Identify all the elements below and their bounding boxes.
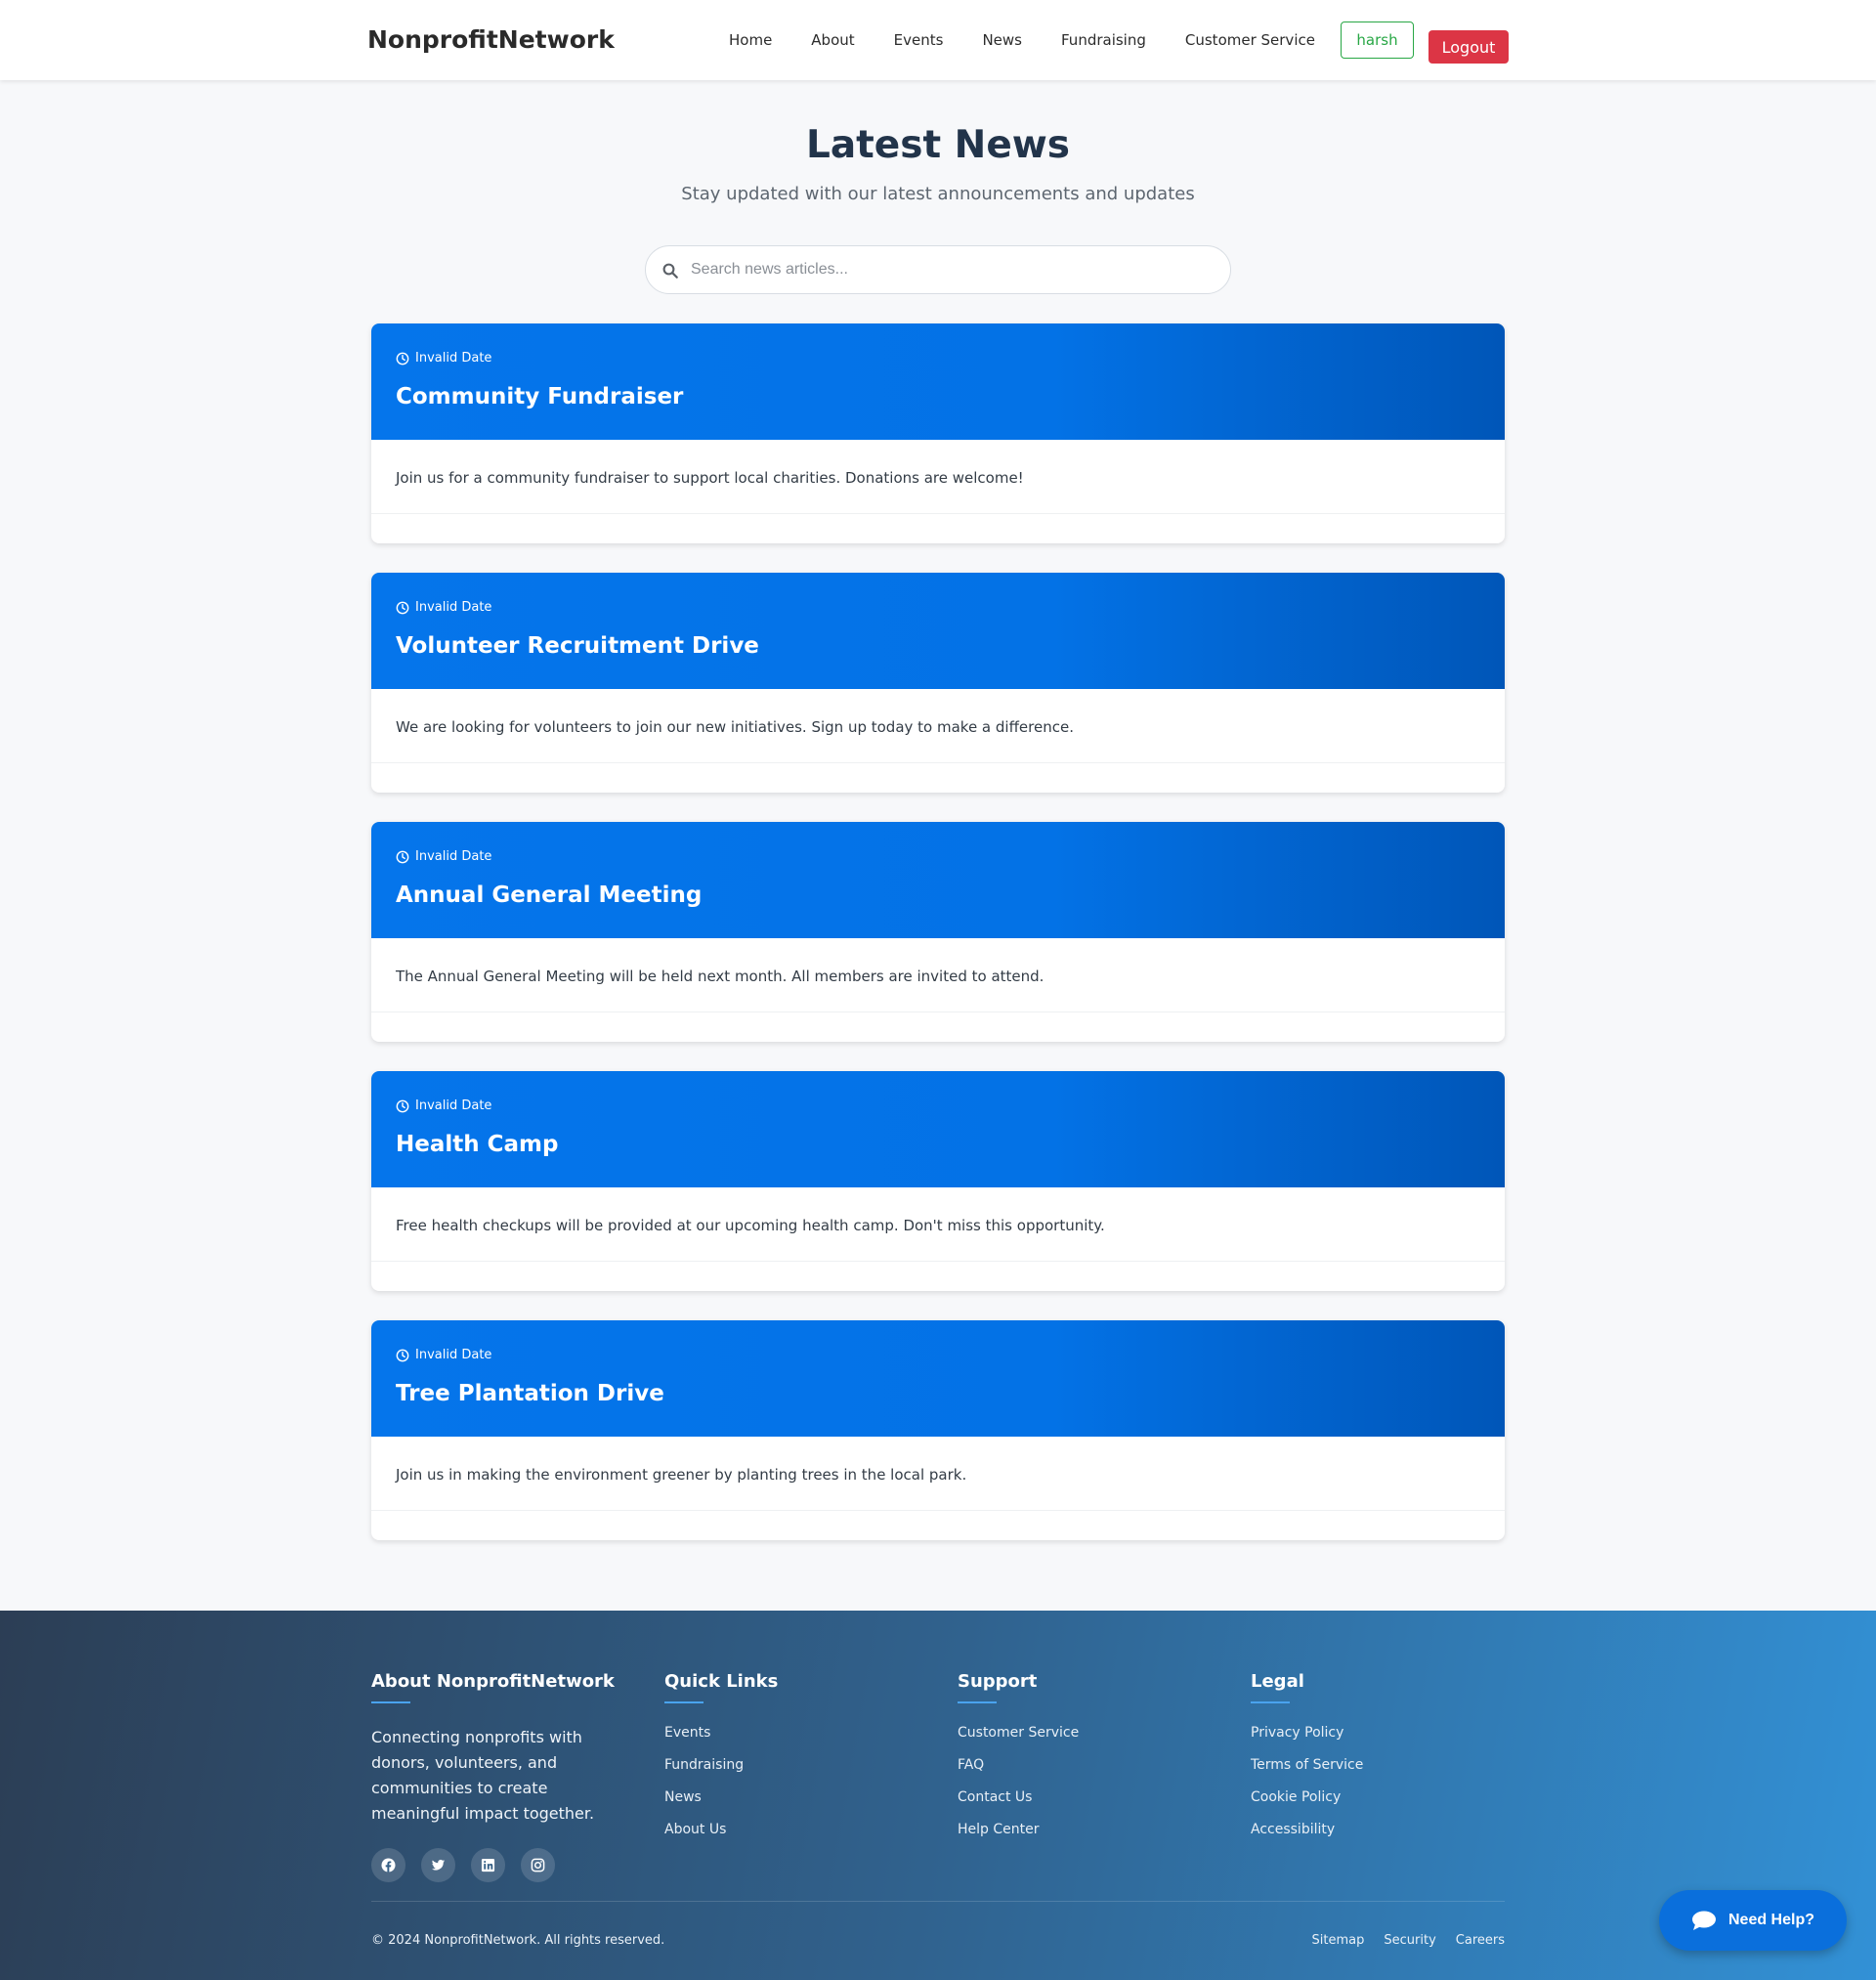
news-card[interactable]: Invalid Date Annual General Meeting The … [371, 822, 1505, 1042]
clock-icon [396, 352, 409, 365]
news-body: Join us in making the environment greene… [396, 1466, 967, 1484]
footer-about-text: Connecting nonprofits with donors, volun… [371, 1728, 595, 1823]
page-title: Latest News [805, 123, 1071, 167]
need-help-label: Need Help? [1727, 1912, 1814, 1928]
news-date: Invalid Date [396, 1348, 491, 1362]
footer-link-security[interactable]: Security [1384, 1933, 1435, 1948]
news-title[interactable]: Community Fundraiser [396, 384, 683, 409]
footer-heading-underline [958, 1701, 997, 1703]
news-body: Join us for a community fundraiser to su… [396, 469, 1024, 487]
facebook-icon[interactable] [371, 1848, 405, 1882]
news-card-divider [371, 762, 1505, 763]
nav-link-news[interactable]: News [982, 31, 1022, 49]
news-card[interactable]: Invalid Date Community Fundraiser Join u… [371, 323, 1505, 543]
search-icon [662, 263, 678, 279]
footer-link-careers[interactable]: Careers [1456, 1933, 1505, 1948]
news-card[interactable]: Invalid Date Volunteer Recruitment Drive… [371, 573, 1505, 793]
news-card-header: Invalid Date Volunteer Recruitment Drive [371, 573, 1505, 689]
news-date: Invalid Date [396, 351, 491, 366]
footer-link-customer-service[interactable]: Customer Service [958, 1725, 1079, 1742]
news-date-text: Invalid Date [415, 849, 492, 864]
clock-icon [396, 1349, 409, 1361]
user-profile-button[interactable]: harsh [1341, 22, 1414, 59]
news-date: Invalid Date [396, 849, 491, 864]
footer-bottom-links: Sitemap Security Careers [1293, 1933, 1505, 1948]
clock-icon [396, 601, 409, 614]
news-card[interactable]: Invalid Date Health Camp Free health che… [371, 1071, 1505, 1291]
news-date: Invalid Date [396, 600, 491, 615]
clock-icon [396, 1099, 409, 1112]
footer-link-sitemap[interactable]: Sitemap [1312, 1933, 1365, 1948]
news-card-header: Invalid Date Health Camp [371, 1071, 1505, 1187]
footer-legal-heading: Legal [1251, 1671, 1304, 1692]
footer-link-news[interactable]: News [664, 1789, 778, 1806]
news-card-divider [371, 1261, 1505, 1262]
footer-link-cookie-policy[interactable]: Cookie Policy [1251, 1789, 1363, 1806]
linkedin-icon[interactable] [471, 1848, 505, 1882]
news-title[interactable]: Tree Plantation Drive [396, 1381, 664, 1406]
search-input[interactable] [691, 246, 1218, 293]
news-card-divider [371, 1510, 1505, 1511]
news-card[interactable]: Invalid Date Tree Plantation Drive Join … [371, 1320, 1505, 1540]
footer-link-events[interactable]: Events [664, 1725, 778, 1742]
footer-quick-links-heading: Quick Links [664, 1671, 779, 1692]
footer: About NonprofitNetwork Connecting nonpro… [0, 1611, 1876, 1980]
copyright: © 2024 NonprofitNetwork. All rights rese… [371, 1933, 665, 1948]
footer-link-terms-of-service[interactable]: Terms of Service [1251, 1757, 1363, 1774]
search-box [645, 245, 1231, 294]
navbar: NonprofitNetwork Home About Events News … [0, 0, 1876, 80]
news-body: The Annual General Meeting will be held … [396, 968, 1045, 985]
news-card-header: Invalid Date Annual General Meeting [371, 822, 1505, 938]
nav-link-about[interactable]: About [811, 31, 854, 49]
footer-support-heading: Support [958, 1671, 1038, 1692]
logout-button[interactable]: Logout [1428, 30, 1509, 64]
brand-logo[interactable]: NonprofitNetwork [367, 25, 615, 54]
nav-link-fundraising[interactable]: Fundraising [1061, 31, 1146, 49]
nav-links: Home About Events News Fundraising Custo… [729, 31, 1315, 49]
news-body: Free health checkups will be provided at… [396, 1217, 1105, 1234]
social-links [371, 1848, 630, 1882]
footer-legal: Legal Privacy Policy Terms of Service Co… [1251, 1671, 1363, 1854]
footer-link-fundraising[interactable]: Fundraising [664, 1757, 778, 1774]
need-help-button[interactable]: Need Help? [1659, 1890, 1847, 1951]
instagram-icon[interactable] [521, 1848, 555, 1882]
news-title[interactable]: Annual General Meeting [396, 882, 702, 908]
footer-link-privacy-policy[interactable]: Privacy Policy [1251, 1725, 1363, 1742]
twitter-icon[interactable] [421, 1848, 455, 1882]
news-card-header: Invalid Date Community Fundraiser [371, 323, 1505, 440]
footer-quick-links: Quick Links Events Fundraising News Abou… [664, 1671, 778, 1854]
footer-link-accessibility[interactable]: Accessibility [1251, 1822, 1363, 1838]
news-date-text: Invalid Date [415, 1348, 492, 1362]
news-title[interactable]: Volunteer Recruitment Drive [396, 633, 759, 659]
footer-heading-underline [664, 1701, 704, 1703]
clock-icon [396, 850, 409, 863]
news-date: Invalid Date [396, 1098, 491, 1113]
footer-about: About NonprofitNetwork Connecting nonpro… [371, 1671, 630, 1882]
news-date-text: Invalid Date [415, 1098, 492, 1113]
news-body: We are looking for volunteers to join ou… [396, 718, 1074, 736]
footer-support: Support Customer Service FAQ Contact Us … [958, 1671, 1079, 1854]
footer-divider [371, 1901, 1505, 1902]
footer-link-contact-us[interactable]: Contact Us [958, 1789, 1079, 1806]
nav-link-customer-service[interactable]: Customer Service [1185, 31, 1315, 49]
chat-bubble-icon [1691, 1911, 1716, 1930]
nav-link-home[interactable]: Home [729, 31, 772, 49]
footer-heading-underline [1251, 1701, 1290, 1703]
news-list: Invalid Date Community Fundraiser Join u… [371, 323, 1505, 1570]
footer-heading-underline [371, 1701, 410, 1703]
footer-link-help-center[interactable]: Help Center [958, 1822, 1079, 1838]
nav-link-events[interactable]: Events [894, 31, 944, 49]
news-date-text: Invalid Date [415, 600, 492, 615]
news-card-divider [371, 513, 1505, 514]
footer-link-faq[interactable]: FAQ [958, 1757, 1079, 1774]
footer-about-heading: About NonprofitNetwork [371, 1671, 615, 1692]
news-title[interactable]: Health Camp [396, 1132, 558, 1157]
page-subtitle: Stay updated with our latest announcemen… [681, 184, 1195, 204]
news-card-header: Invalid Date Tree Plantation Drive [371, 1320, 1505, 1437]
news-date-text: Invalid Date [415, 351, 492, 366]
footer-link-about-us[interactable]: About Us [664, 1822, 778, 1838]
